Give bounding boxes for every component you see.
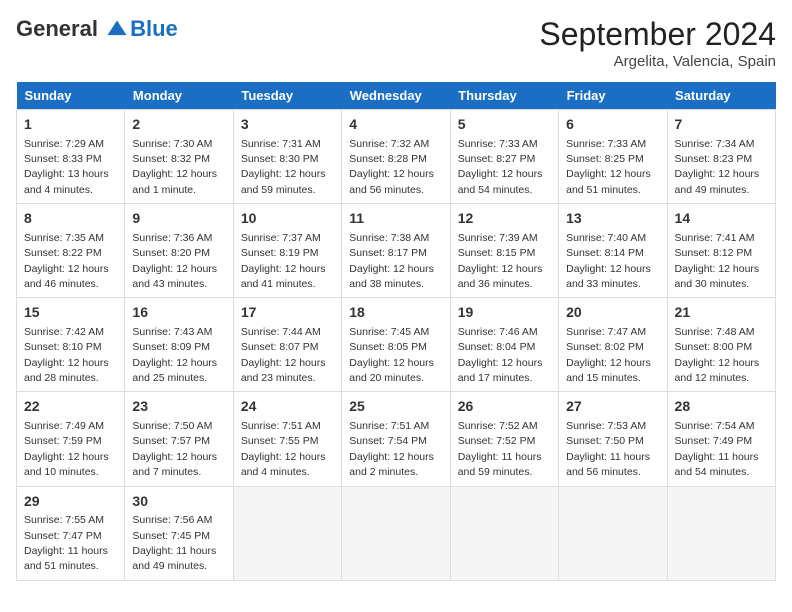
calendar-day: 1Sunrise: 7:29 AMSunset: 8:33 PMDaylight… — [17, 110, 125, 204]
logo-blue: Blue — [130, 16, 178, 42]
calendar-day: 26Sunrise: 7:52 AMSunset: 7:52 PMDayligh… — [450, 392, 558, 486]
weekday-header: Friday — [559, 82, 667, 110]
calendar-day: 15Sunrise: 7:42 AMSunset: 8:10 PMDayligh… — [17, 298, 125, 392]
calendar-day: 23Sunrise: 7:50 AMSunset: 7:57 PMDayligh… — [125, 392, 233, 486]
calendar-day: 14Sunrise: 7:41 AMSunset: 8:12 PMDayligh… — [667, 204, 775, 298]
calendar-day: 24Sunrise: 7:51 AMSunset: 7:55 PMDayligh… — [233, 392, 341, 486]
calendar-day: 12Sunrise: 7:39 AMSunset: 8:15 PMDayligh… — [450, 204, 558, 298]
calendar-day: 9Sunrise: 7:36 AMSunset: 8:20 PMDaylight… — [125, 204, 233, 298]
location: Argelita, Valencia, Spain — [539, 53, 776, 70]
calendar-week-row: 29Sunrise: 7:55 AMSunset: 7:47 PMDayligh… — [17, 486, 776, 580]
calendar-day: 8Sunrise: 7:35 AMSunset: 8:22 PMDaylight… — [17, 204, 125, 298]
calendar-day: 7Sunrise: 7:34 AMSunset: 8:23 PMDaylight… — [667, 110, 775, 204]
weekday-header: Saturday — [667, 82, 775, 110]
weekday-header: Tuesday — [233, 82, 341, 110]
logo: General Blue — [16, 16, 178, 42]
calendar-day: 17Sunrise: 7:44 AMSunset: 8:07 PMDayligh… — [233, 298, 341, 392]
weekday-header: Sunday — [17, 82, 125, 110]
calendar-day: 16Sunrise: 7:43 AMSunset: 8:09 PMDayligh… — [125, 298, 233, 392]
calendar-day: 19Sunrise: 7:46 AMSunset: 8:04 PMDayligh… — [450, 298, 558, 392]
weekday-header: Wednesday — [342, 82, 450, 110]
calendar-week-row: 22Sunrise: 7:49 AMSunset: 7:59 PMDayligh… — [17, 392, 776, 486]
calendar-day: 25Sunrise: 7:51 AMSunset: 7:54 PMDayligh… — [342, 392, 450, 486]
calendar-day — [559, 486, 667, 580]
calendar-day: 21Sunrise: 7:48 AMSunset: 8:00 PMDayligh… — [667, 298, 775, 392]
month-title: September 2024 — [539, 16, 776, 53]
calendar-week-row: 8Sunrise: 7:35 AMSunset: 8:22 PMDaylight… — [17, 204, 776, 298]
calendar-day: 28Sunrise: 7:54 AMSunset: 7:49 PMDayligh… — [667, 392, 775, 486]
calendar-day: 2Sunrise: 7:30 AMSunset: 8:32 PMDaylight… — [125, 110, 233, 204]
calendar-day: 29Sunrise: 7:55 AMSunset: 7:47 PMDayligh… — [17, 486, 125, 580]
calendar-day — [233, 486, 341, 580]
calendar-day: 18Sunrise: 7:45 AMSunset: 8:05 PMDayligh… — [342, 298, 450, 392]
calendar-day — [450, 486, 558, 580]
calendar-day: 10Sunrise: 7:37 AMSunset: 8:19 PMDayligh… — [233, 204, 341, 298]
weekday-header-row: SundayMondayTuesdayWednesdayThursdayFrid… — [17, 82, 776, 110]
page-header: General Blue September 2024 Argelita, Va… — [16, 16, 776, 70]
calendar-day: 20Sunrise: 7:47 AMSunset: 8:02 PMDayligh… — [559, 298, 667, 392]
calendar-day — [342, 486, 450, 580]
logo-general: General — [16, 16, 98, 41]
calendar-day: 30Sunrise: 7:56 AMSunset: 7:45 PMDayligh… — [125, 486, 233, 580]
weekday-header: Monday — [125, 82, 233, 110]
calendar-week-row: 15Sunrise: 7:42 AMSunset: 8:10 PMDayligh… — [17, 298, 776, 392]
calendar-day — [667, 486, 775, 580]
calendar-day: 22Sunrise: 7:49 AMSunset: 7:59 PMDayligh… — [17, 392, 125, 486]
title-block: September 2024 Argelita, Valencia, Spain — [539, 16, 776, 70]
calendar-day: 13Sunrise: 7:40 AMSunset: 8:14 PMDayligh… — [559, 204, 667, 298]
calendar-day: 6Sunrise: 7:33 AMSunset: 8:25 PMDaylight… — [559, 110, 667, 204]
calendar-day: 3Sunrise: 7:31 AMSunset: 8:30 PMDaylight… — [233, 110, 341, 204]
calendar-day: 4Sunrise: 7:32 AMSunset: 8:28 PMDaylight… — [342, 110, 450, 204]
weekday-header: Thursday — [450, 82, 558, 110]
calendar-day: 27Sunrise: 7:53 AMSunset: 7:50 PMDayligh… — [559, 392, 667, 486]
calendar-day: 5Sunrise: 7:33 AMSunset: 8:27 PMDaylight… — [450, 110, 558, 204]
calendar-week-row: 1Sunrise: 7:29 AMSunset: 8:33 PMDaylight… — [17, 110, 776, 204]
calendar-table: SundayMondayTuesdayWednesdayThursdayFrid… — [16, 82, 776, 581]
calendar-day: 11Sunrise: 7:38 AMSunset: 8:17 PMDayligh… — [342, 204, 450, 298]
